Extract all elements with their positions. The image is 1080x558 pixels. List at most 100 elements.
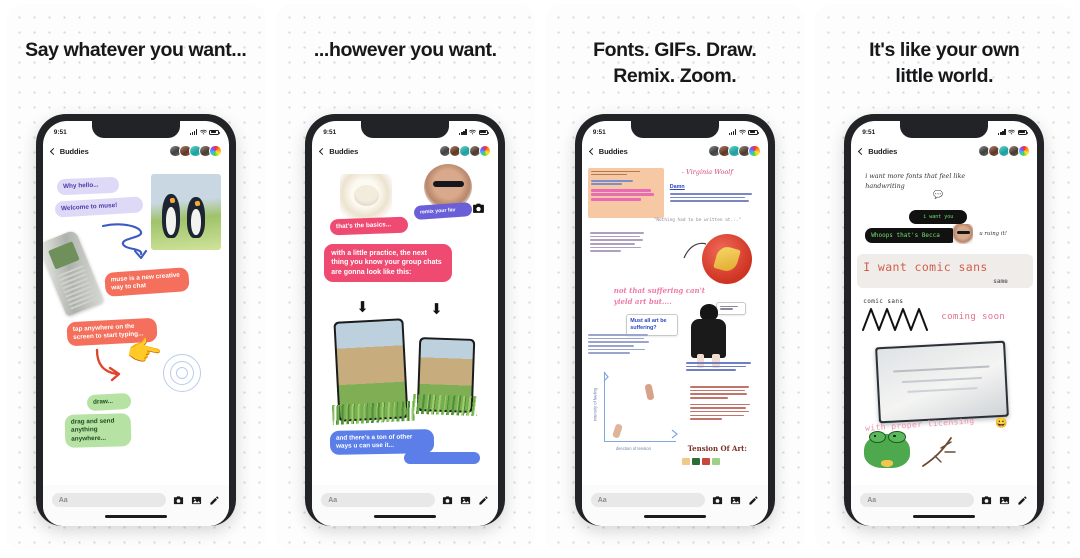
terminal-message[interactable]: Whoops that's Becca: [865, 228, 958, 244]
nav-title: Buddies: [59, 146, 89, 156]
chart-xlabel: direction of tension: [615, 446, 651, 451]
paragraph-block[interactable]: [589, 232, 648, 254]
coming-soon-message[interactable]: coming soon: [941, 312, 1005, 322]
camera-icon[interactable]: [712, 495, 723, 506]
pencil-icon[interactable]: [209, 495, 220, 506]
back-button[interactable]: Buddies: [858, 147, 897, 156]
conversation-canvas[interactable]: remix your fav that's the basics... with…: [312, 162, 499, 485]
same-reply[interactable]: same: [993, 278, 1007, 285]
paragraph-block[interactable]: [587, 334, 652, 356]
camera-icon[interactable]: [981, 495, 992, 506]
old-cellphone-sticker[interactable]: [42, 229, 104, 317]
avatar-rainbow[interactable]: [1017, 144, 1031, 158]
pointing-hand-sticker[interactable]: 👉: [124, 332, 165, 371]
screenshot-gallery: Say whatever you want... 9:51 Buddies Wh…: [0, 0, 1080, 558]
photo-icon[interactable]: [460, 495, 471, 506]
frog-sticker[interactable]: [861, 428, 913, 470]
battery-icon: [209, 129, 220, 135]
conversation-canvas[interactable]: Why hello... Welcome to muse! muse is a …: [42, 162, 229, 485]
arrow-down-left: ⬇: [356, 299, 369, 316]
nav-title: Buddies: [329, 146, 359, 156]
wifi-icon: [1008, 129, 1016, 135]
camera-icon-sticker[interactable]: [472, 202, 485, 215]
doc-link[interactable]: Damn: [670, 184, 756, 190]
notch: [630, 121, 719, 138]
message-bubble[interactable]: [404, 452, 481, 464]
wifi-icon: [469, 129, 477, 135]
comic-sans-message[interactable]: I want comic sans: [863, 260, 988, 274]
message-bubble[interactable]: remix your fav: [413, 201, 473, 221]
message-bubble[interactable]: with a little practice, the next thing y…: [324, 244, 453, 283]
pencil-icon[interactable]: [478, 495, 489, 506]
conversation-canvas[interactable]: i want more fonts that feel like handwri…: [851, 162, 1038, 485]
signal-icon: [189, 129, 198, 135]
conversation-canvas[interactable]: - Virginia Woolf Damn "Nothing had to be…: [581, 162, 768, 485]
signal-icon: [459, 129, 467, 135]
avatar-stack[interactable]: [438, 144, 492, 158]
avatar-stack[interactable]: [169, 144, 222, 158]
speech-callout[interactable]: Must all art be suffering?: [625, 314, 678, 336]
avatar-stack[interactable]: [977, 144, 1031, 158]
terminal-message[interactable]: i want you: [909, 210, 968, 224]
photo-icon[interactable]: [191, 495, 202, 506]
back-button[interactable]: Buddies: [49, 146, 89, 156]
phone-screenshot-large[interactable]: [332, 318, 415, 426]
panel-fonts-gifs-draw: Fonts. GIFs. Draw. Remix. Zoom. 9:51 Bud…: [545, 4, 805, 550]
phone-screenshot-small[interactable]: [412, 337, 479, 417]
status-icons: [459, 129, 489, 135]
branch-sticker[interactable]: [921, 428, 977, 468]
paragraph-block[interactable]: [685, 362, 754, 373]
camera-icon[interactable]: [173, 495, 184, 506]
battery-icon: [748, 129, 759, 135]
message-bubble[interactable]: that's the basics...: [330, 216, 409, 235]
panel-title: Say whatever you want...: [25, 39, 247, 61]
message-bubble[interactable]: Why hello...: [56, 176, 120, 195]
puppy-photo[interactable]: [340, 174, 393, 222]
message-input-bar[interactable]: Aa: [851, 485, 1038, 515]
avatar-stack[interactable]: [708, 144, 761, 158]
text-input[interactable]: Aa: [51, 493, 166, 507]
chart-ylabel: intensity of feeling: [592, 387, 598, 422]
back-button[interactable]: Buddies: [588, 146, 628, 156]
penguins-sticker[interactable]: [150, 174, 221, 250]
message-bubble[interactable]: drag and send anything anywhere...: [64, 413, 132, 448]
color-swatches[interactable]: [681, 458, 720, 465]
message-input-bar[interactable]: Aa: [312, 485, 499, 515]
pencil-icon[interactable]: [1017, 495, 1028, 506]
photo-icon[interactable]: [730, 495, 741, 506]
quote-line: "Nothing had to be written at...": [653, 218, 741, 223]
smiley-emoji: 😀: [995, 418, 1008, 429]
text-input[interactable]: Aa: [590, 493, 705, 507]
back-button[interactable]: Buddies: [319, 146, 359, 156]
message-bubble[interactable]: draw...: [86, 392, 132, 411]
handwriting-message[interactable]: i want more fonts that feel like handwri…: [865, 172, 995, 191]
message-bubble[interactable]: Welcome to muse!: [54, 196, 144, 218]
message-input-bar[interactable]: Aa: [42, 485, 229, 515]
avatar-rainbow[interactable]: [478, 144, 492, 158]
paragraph-block-red[interactable]: [689, 386, 754, 422]
avatar-rainbow[interactable]: [748, 144, 761, 158]
message-bubble[interactable]: muse is a new creative way to chat: [104, 267, 190, 298]
red-leaf-badge[interactable]: [701, 234, 752, 284]
photo-icon[interactable]: [999, 495, 1010, 506]
tablet-photo[interactable]: [875, 340, 1010, 424]
message-input-bar[interactable]: Aa: [581, 485, 768, 515]
becca-face-photo[interactable]: [953, 224, 974, 244]
camera-icon[interactable]: [442, 495, 453, 506]
nav-title: Buddies: [598, 146, 628, 156]
orange-note-card[interactable]: [587, 168, 664, 218]
goth-figure-photo[interactable]: [686, 304, 732, 368]
chevron-left-icon: [319, 147, 327, 155]
pencil-icon[interactable]: [748, 495, 759, 506]
text-input[interactable]: Aa: [860, 493, 975, 507]
panel-little-world: It's like your own little world. 9:51 Bu…: [814, 4, 1074, 550]
document-body[interactable]: Damn: [669, 184, 756, 204]
arrow-down-right: ⬇: [430, 301, 443, 318]
zigzag-scribble[interactable]: [861, 306, 935, 332]
text-input[interactable]: Aa: [321, 493, 436, 507]
avatar-rainbow[interactable]: [209, 144, 222, 158]
phone-mockup: 9:51 Buddies: [35, 114, 236, 526]
section-heading: Tension Of Art:: [687, 444, 747, 453]
chevron-left-icon: [49, 147, 57, 155]
scatter-chart[interactable]: intensity of feeling direction of tensio…: [590, 370, 680, 452]
